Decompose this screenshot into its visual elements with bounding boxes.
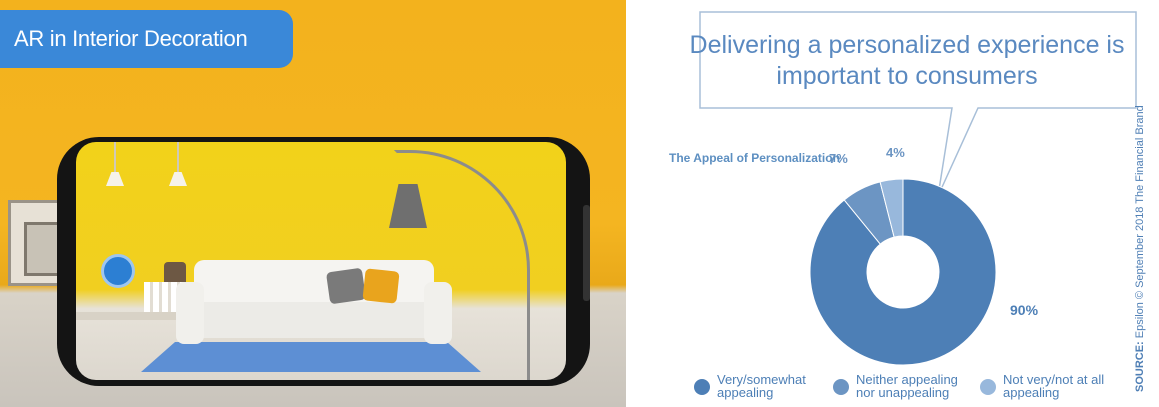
legend-dot-icon (694, 379, 710, 395)
legend-dot-icon (833, 379, 849, 395)
legend-item-very-appealing: Very/somewhat appealing (694, 373, 827, 399)
chart-title: The Appeal of Personalization (669, 151, 840, 165)
source-note: SOURCE: Epsilon © September 2018 The Fin… (1134, 105, 1146, 392)
legend-label: Very/somewhat appealing (717, 372, 806, 400)
source-label: SOURCE: (1134, 341, 1146, 392)
legend-label: Not very/not at all appealing (1003, 372, 1105, 400)
source-text: Epsilon © September 2018 The Financial B… (1134, 105, 1146, 339)
callout-text: Delivering a personalized experience is … (689, 31, 1125, 90)
pie-data-label: 4% (886, 145, 905, 160)
legend-label: Neither appealing nor unappealing (856, 372, 958, 400)
pie-data-label: 90% (1010, 302, 1039, 318)
legend-item-neither: Neither appealing nor unappealing (833, 373, 966, 399)
legend-dot-icon (980, 379, 996, 395)
legend-item-not-appealing: Not very/not at all appealing (980, 373, 1113, 399)
